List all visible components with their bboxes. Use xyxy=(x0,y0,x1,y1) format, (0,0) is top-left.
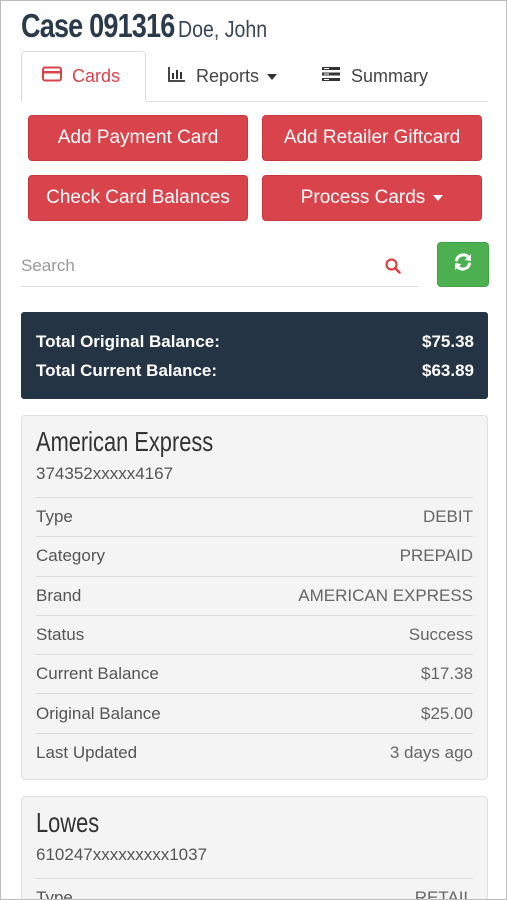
refresh-button[interactable] xyxy=(437,242,489,287)
total-current-row: Total Current Balance: $63.89 xyxy=(36,361,474,381)
process-cards-button[interactable]: Process Cards xyxy=(262,175,482,221)
detail-row: Category PREPAID xyxy=(36,536,473,575)
detail-key: Current Balance xyxy=(36,664,159,684)
search-bar xyxy=(21,245,418,287)
detail-key: Status xyxy=(36,625,85,645)
card-number: 374352xxxxx4167 xyxy=(36,464,174,483)
total-original-value: $75.38 xyxy=(422,332,474,351)
credit-card-icon xyxy=(42,66,62,87)
detail-row: Original Balance $25.00 xyxy=(36,693,473,732)
add-payment-card-button[interactable]: Add Payment Card xyxy=(28,115,248,161)
detail-key: Category xyxy=(36,546,105,566)
case-title: Case 091316 xyxy=(21,7,175,44)
process-cards-label: Process Cards xyxy=(300,187,426,208)
card-details: Type RETAIL xyxy=(36,878,473,900)
detail-row: Type DEBIT xyxy=(36,497,473,536)
card-panel[interactable]: American Express 374352xxxxx4167 Type DEB… xyxy=(21,415,488,780)
total-current-value: $63.89 xyxy=(422,361,474,380)
check-card-balances-button[interactable]: Check Card Balances xyxy=(28,175,248,221)
page-title: Case 091316 Doe, John xyxy=(21,7,283,47)
bar-chart-icon xyxy=(168,66,186,87)
detail-key: Type xyxy=(36,507,73,527)
detail-key: Type xyxy=(36,888,73,900)
detail-row: Last Updated 3 days ago xyxy=(36,732,473,772)
detail-value: $17.38 xyxy=(421,664,473,684)
tab-cards-label: Cards xyxy=(72,66,121,86)
list-icon xyxy=(321,66,341,87)
totals-summary: Total Original Balance: $75.38 Total Cur… xyxy=(21,312,488,399)
client-name: Doe, John xyxy=(178,16,268,42)
total-current-label: Total Current Balance: xyxy=(36,361,218,380)
detail-row: Status Success xyxy=(36,614,473,654)
card-number: 610247xxxxxxxxx1037 xyxy=(36,845,208,864)
tab-bar: Cards Reports Summary xyxy=(21,51,488,102)
detail-key: Last Updated xyxy=(36,742,138,762)
detail-row: Current Balance $17.38 xyxy=(36,654,473,693)
detail-value: $25.00 xyxy=(421,703,473,723)
tab-summary[interactable]: Summary xyxy=(321,51,481,102)
chevron-down-icon xyxy=(267,73,278,80)
card-details: Type DEBIT Category PREPAID Brand AMERICAN … xyxy=(36,497,473,772)
detail-value: Success xyxy=(408,625,473,645)
search-input[interactable] xyxy=(21,249,371,283)
total-original-label: Total Original Balance: xyxy=(36,332,220,351)
detail-value: DEBIT xyxy=(422,507,473,527)
tab-summary-label: Summary xyxy=(351,66,429,86)
refresh-icon xyxy=(452,251,474,278)
detail-key: Brand xyxy=(36,585,82,605)
tab-cards[interactable]: Cards xyxy=(21,51,146,102)
tab-reports-label: Reports xyxy=(196,66,260,86)
card-name: American Express xyxy=(36,426,214,457)
detail-value: PREPAID xyxy=(399,546,473,566)
chevron-down-icon xyxy=(433,195,444,201)
card-panel[interactable]: Lowes 610247xxxxxxxxx1037 Type RETAIL xyxy=(21,796,488,900)
search-icon[interactable] xyxy=(384,257,402,275)
tab-reports[interactable]: Reports xyxy=(168,51,298,102)
total-original-row: Total Original Balance: $75.38 xyxy=(36,332,474,352)
app-frame: Case 091316 Doe, John Cards Reports Summ… xyxy=(0,0,507,900)
detail-row: Type RETAIL xyxy=(36,878,473,900)
detail-row: Brand AMERICAN EXPRESS xyxy=(36,575,473,615)
detail-value: 3 days ago xyxy=(389,742,473,762)
detail-value: AMERICAN EXPRESS xyxy=(298,585,473,605)
detail-key: Original Balance xyxy=(36,703,161,723)
card-name: Lowes xyxy=(36,807,100,838)
detail-value: RETAIL xyxy=(414,888,473,900)
add-retailer-giftcard-button[interactable]: Add Retailer Giftcard xyxy=(262,115,482,161)
